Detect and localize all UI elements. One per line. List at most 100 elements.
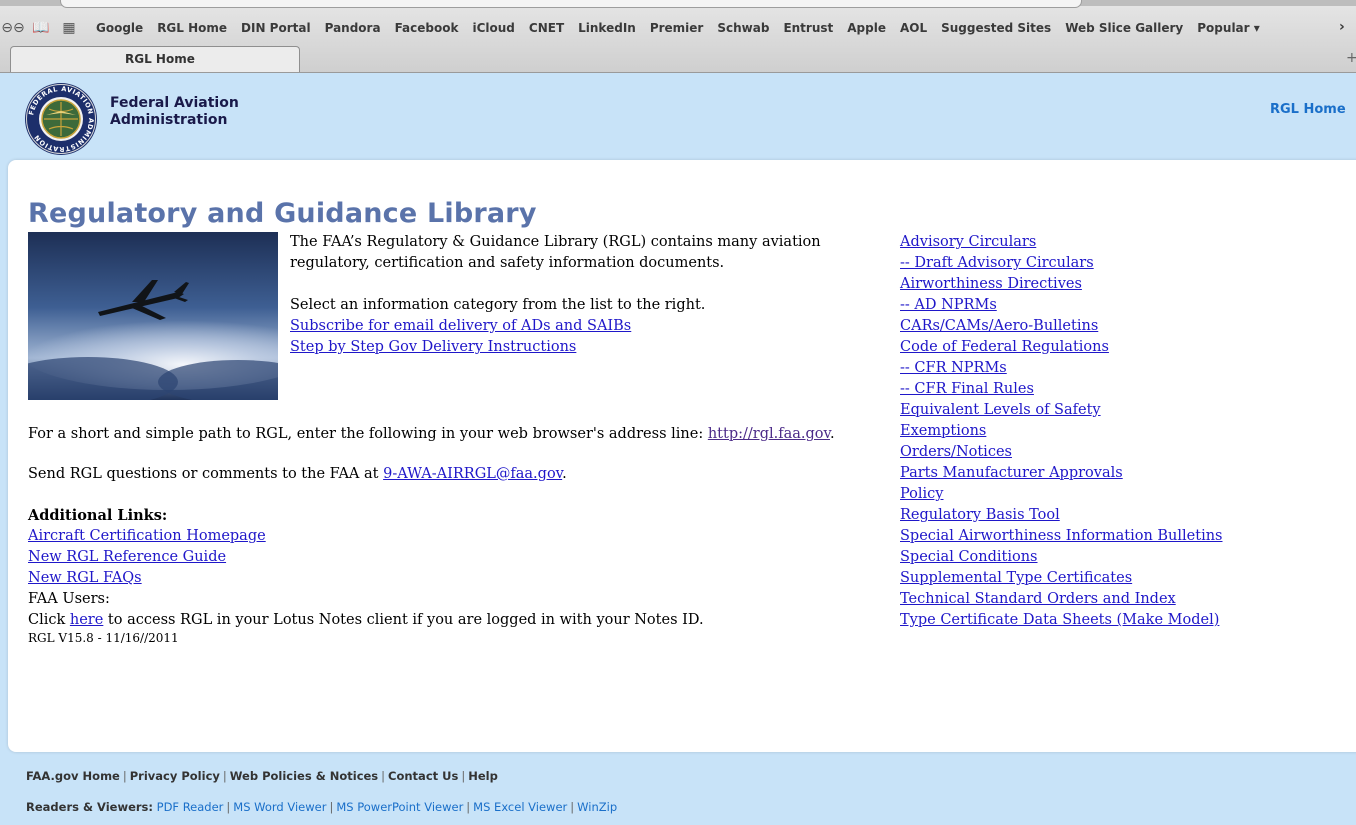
footer-link-web-policies-notices[interactable]: Web Policies & Notices xyxy=(230,769,378,783)
contact-email-link[interactable]: 9-AWA-AIRRGL@faa.gov xyxy=(383,466,562,482)
footer-link-contact-us[interactable]: Contact Us xyxy=(388,769,458,783)
category-link-type-certificate-data-sheets-make-model[interactable]: Type Certificate Data Sheets (Make Model… xyxy=(900,612,1219,628)
reader-link-winzip[interactable]: WinZip xyxy=(577,800,617,814)
category-link-exemptions[interactable]: Exemptions xyxy=(900,423,986,439)
bookmark-items: Google RGL Home DIN Portal Pandora Facebook i… xyxy=(96,21,1260,35)
bookmark-facebook[interactable]: Facebook xyxy=(395,21,459,35)
category-item: Airworthiness Directives xyxy=(900,274,1340,295)
footer-links: FAA.gov Home | Privacy Policy | Web Policies… xyxy=(26,769,498,783)
bookmark-premier[interactable]: Premier xyxy=(650,21,704,35)
new-rgl-reference-guide-link[interactable]: New RGL Reference Guide xyxy=(28,547,788,568)
book-icon[interactable]: 📖 xyxy=(32,19,50,37)
bookmark-web-slice-gallery[interactable]: Web Slice Gallery xyxy=(1065,21,1183,35)
additional-links-heading: Additional Links: xyxy=(28,507,168,524)
reader-link-ms-excel-viewer[interactable]: MS Excel Viewer xyxy=(473,800,567,814)
aircraft-certification-homepage-link[interactable]: Aircraft Certification Homepage xyxy=(28,526,788,547)
category-item: Special Airworthiness Information Bullet… xyxy=(900,526,1340,547)
lotus-notes-here-link[interactable]: here xyxy=(70,612,103,628)
category-link-code-of-federal-regulations[interactable]: Code of Federal Regulations xyxy=(900,339,1109,355)
reader-link-pdf-reader[interactable]: PDF Reader xyxy=(157,800,224,814)
category-link-special-airworthiness-information-bulletins[interactable]: Special Airworthiness Information Bullet… xyxy=(900,528,1223,544)
tab-row: RGL Home + xyxy=(0,44,1356,72)
separator: | xyxy=(329,800,334,814)
category-link-draft-advisory-circulars[interactable]: -- Draft Advisory Circulars xyxy=(900,255,1094,271)
footer-link-privacy-policy[interactable]: Privacy Policy xyxy=(130,769,220,783)
reader-link-ms-word-viewer[interactable]: MS Word Viewer xyxy=(233,800,326,814)
separator: | xyxy=(122,769,127,783)
bookmark-suggested-sites[interactable]: Suggested Sites xyxy=(941,21,1051,35)
grid-icon[interactable]: ▦ xyxy=(60,19,78,37)
readers-links: PDF Reader | MS Word Viewer | MS PowerPoint … xyxy=(157,800,617,814)
category-item: Advisory Circulars xyxy=(900,232,1340,253)
category-item: -- AD NPRMs xyxy=(900,295,1340,316)
gov-delivery-instructions-link[interactable]: Step by Step Gov Delivery Instructions xyxy=(290,337,880,358)
contact-line: Send RGL questions or comments to the FA… xyxy=(28,464,567,485)
bookmark-apple[interactable]: Apple xyxy=(847,21,886,35)
bookmark-aol[interactable]: AOL xyxy=(900,21,927,35)
rgl-home-link[interactable]: RGL Home xyxy=(1270,102,1346,117)
category-link-policy[interactable]: Policy xyxy=(900,486,944,502)
subscribe-email-link[interactable]: Subscribe for email delivery of ADs and … xyxy=(290,316,880,337)
bookmark-google[interactable]: Google xyxy=(96,21,143,35)
footer-link-faa-gov-home[interactable]: FAA.gov Home xyxy=(26,769,120,783)
version-text: RGL V15.8 - 11/16//2011 xyxy=(28,631,179,645)
separator: | xyxy=(381,769,386,783)
category-link-cfr-final-rules[interactable]: -- CFR Final Rules xyxy=(900,381,1034,397)
separator: | xyxy=(226,800,231,814)
bookmarks-bar: ⊖⊖ 📖 ▦ Google RGL Home DIN Portal Pandora Fa… xyxy=(0,13,1356,43)
bookmark-linkedin[interactable]: LinkedIn xyxy=(578,21,636,35)
new-rgl-faqs-link[interactable]: New RGL FAQs xyxy=(28,568,788,589)
bookmark-popular[interactable]: Popular ▾ xyxy=(1197,21,1260,35)
main-content: Regulatory and Guidance Library The FAA’… xyxy=(8,160,1356,752)
bookmark-din-portal[interactable]: DIN Portal xyxy=(241,21,311,35)
bookmark-icloud[interactable]: iCloud xyxy=(472,21,514,35)
category-link-cars-cams-aero-bulletins[interactable]: CARs/CAMs/Aero-Bulletins xyxy=(900,318,1098,334)
agency-name-line2: Administration xyxy=(110,112,228,128)
category-item: -- CFR Final Rules xyxy=(900,379,1340,400)
readers-viewers-row: Readers & Viewers: PDF Reader | MS Word Vi… xyxy=(26,800,617,814)
category-link-orders-notices[interactable]: Orders/Notices xyxy=(900,444,1012,460)
category-link-parts-manufacturer-approvals[interactable]: Parts Manufacturer Approvals xyxy=(900,465,1123,481)
category-link-airworthiness-directives[interactable]: Airworthiness Directives xyxy=(900,276,1082,292)
tab-rgl-home[interactable]: RGL Home xyxy=(10,46,300,72)
bookmark-rgl-home[interactable]: RGL Home xyxy=(157,21,227,35)
faa-users-label: FAA Users: xyxy=(28,591,110,607)
browser-chrome: ⊖⊖ 📖 ▦ Google RGL Home DIN Portal Pandora Fa… xyxy=(0,0,1356,73)
rgl-url-link[interactable]: http://rgl.faa.gov xyxy=(708,426,830,442)
category-link-special-conditions[interactable]: Special Conditions xyxy=(900,549,1038,565)
separator: | xyxy=(222,769,227,783)
category-link-cfr-nprms[interactable]: -- CFR NPRMs xyxy=(900,360,1007,376)
reading-glasses-icon[interactable]: ⊖⊖ xyxy=(1,19,24,37)
category-item: Exemptions xyxy=(900,421,1340,442)
bookmark-cnet[interactable]: CNET xyxy=(529,21,564,35)
site-footer: FAA.gov Home | Privacy Policy | Web Policies… xyxy=(0,752,1356,825)
category-link-equivalent-levels-of-safety[interactable]: Equivalent Levels of Safety xyxy=(900,402,1101,418)
category-item: Parts Manufacturer Approvals xyxy=(900,463,1340,484)
bookmark-pandora[interactable]: Pandora xyxy=(325,21,381,35)
bookmark-schwab[interactable]: Schwab xyxy=(717,21,769,35)
separator: | xyxy=(466,800,471,814)
category-item: Special Conditions xyxy=(900,547,1340,568)
category-link-advisory-circulars[interactable]: Advisory Circulars xyxy=(900,234,1036,250)
category-item: -- Draft Advisory Circulars xyxy=(900,253,1340,274)
bookmark-entrust[interactable]: Entrust xyxy=(783,21,833,35)
category-item: Type Certificate Data Sheets (Make Model… xyxy=(900,610,1340,631)
category-item: Equivalent Levels of Safety xyxy=(900,400,1340,421)
send-text: Send RGL questions or comments to the FA… xyxy=(28,466,384,482)
new-tab-plus-icon[interactable]: + xyxy=(1346,50,1356,66)
chevron-right-icon[interactable]: › xyxy=(1339,19,1345,35)
footer-link-help[interactable]: Help xyxy=(468,769,498,783)
category-link-supplemental-type-certificates[interactable]: Supplemental Type Certificates xyxy=(900,570,1132,586)
readers-label: Readers & Viewers: xyxy=(26,800,153,814)
category-item: Regulatory Basis Tool xyxy=(900,505,1340,526)
category-link-technical-standard-orders-and-index[interactable]: Technical Standard Orders and Index xyxy=(900,591,1176,607)
reader-link-ms-powerpoint-viewer[interactable]: MS PowerPoint Viewer xyxy=(336,800,463,814)
intro-text: The FAA’s Regulatory & Guidance Library … xyxy=(290,234,821,271)
period: . xyxy=(829,426,835,442)
category-item: Orders/Notices xyxy=(900,442,1340,463)
category-link-regulatory-basis-tool[interactable]: Regulatory Basis Tool xyxy=(900,507,1060,523)
address-field[interactable] xyxy=(60,0,1082,8)
category-link-ad-nprms[interactable]: -- AD NPRMs xyxy=(900,297,997,313)
category-item: Supplemental Type Certificates xyxy=(900,568,1340,589)
category-item: Code of Federal Regulations xyxy=(900,337,1340,358)
